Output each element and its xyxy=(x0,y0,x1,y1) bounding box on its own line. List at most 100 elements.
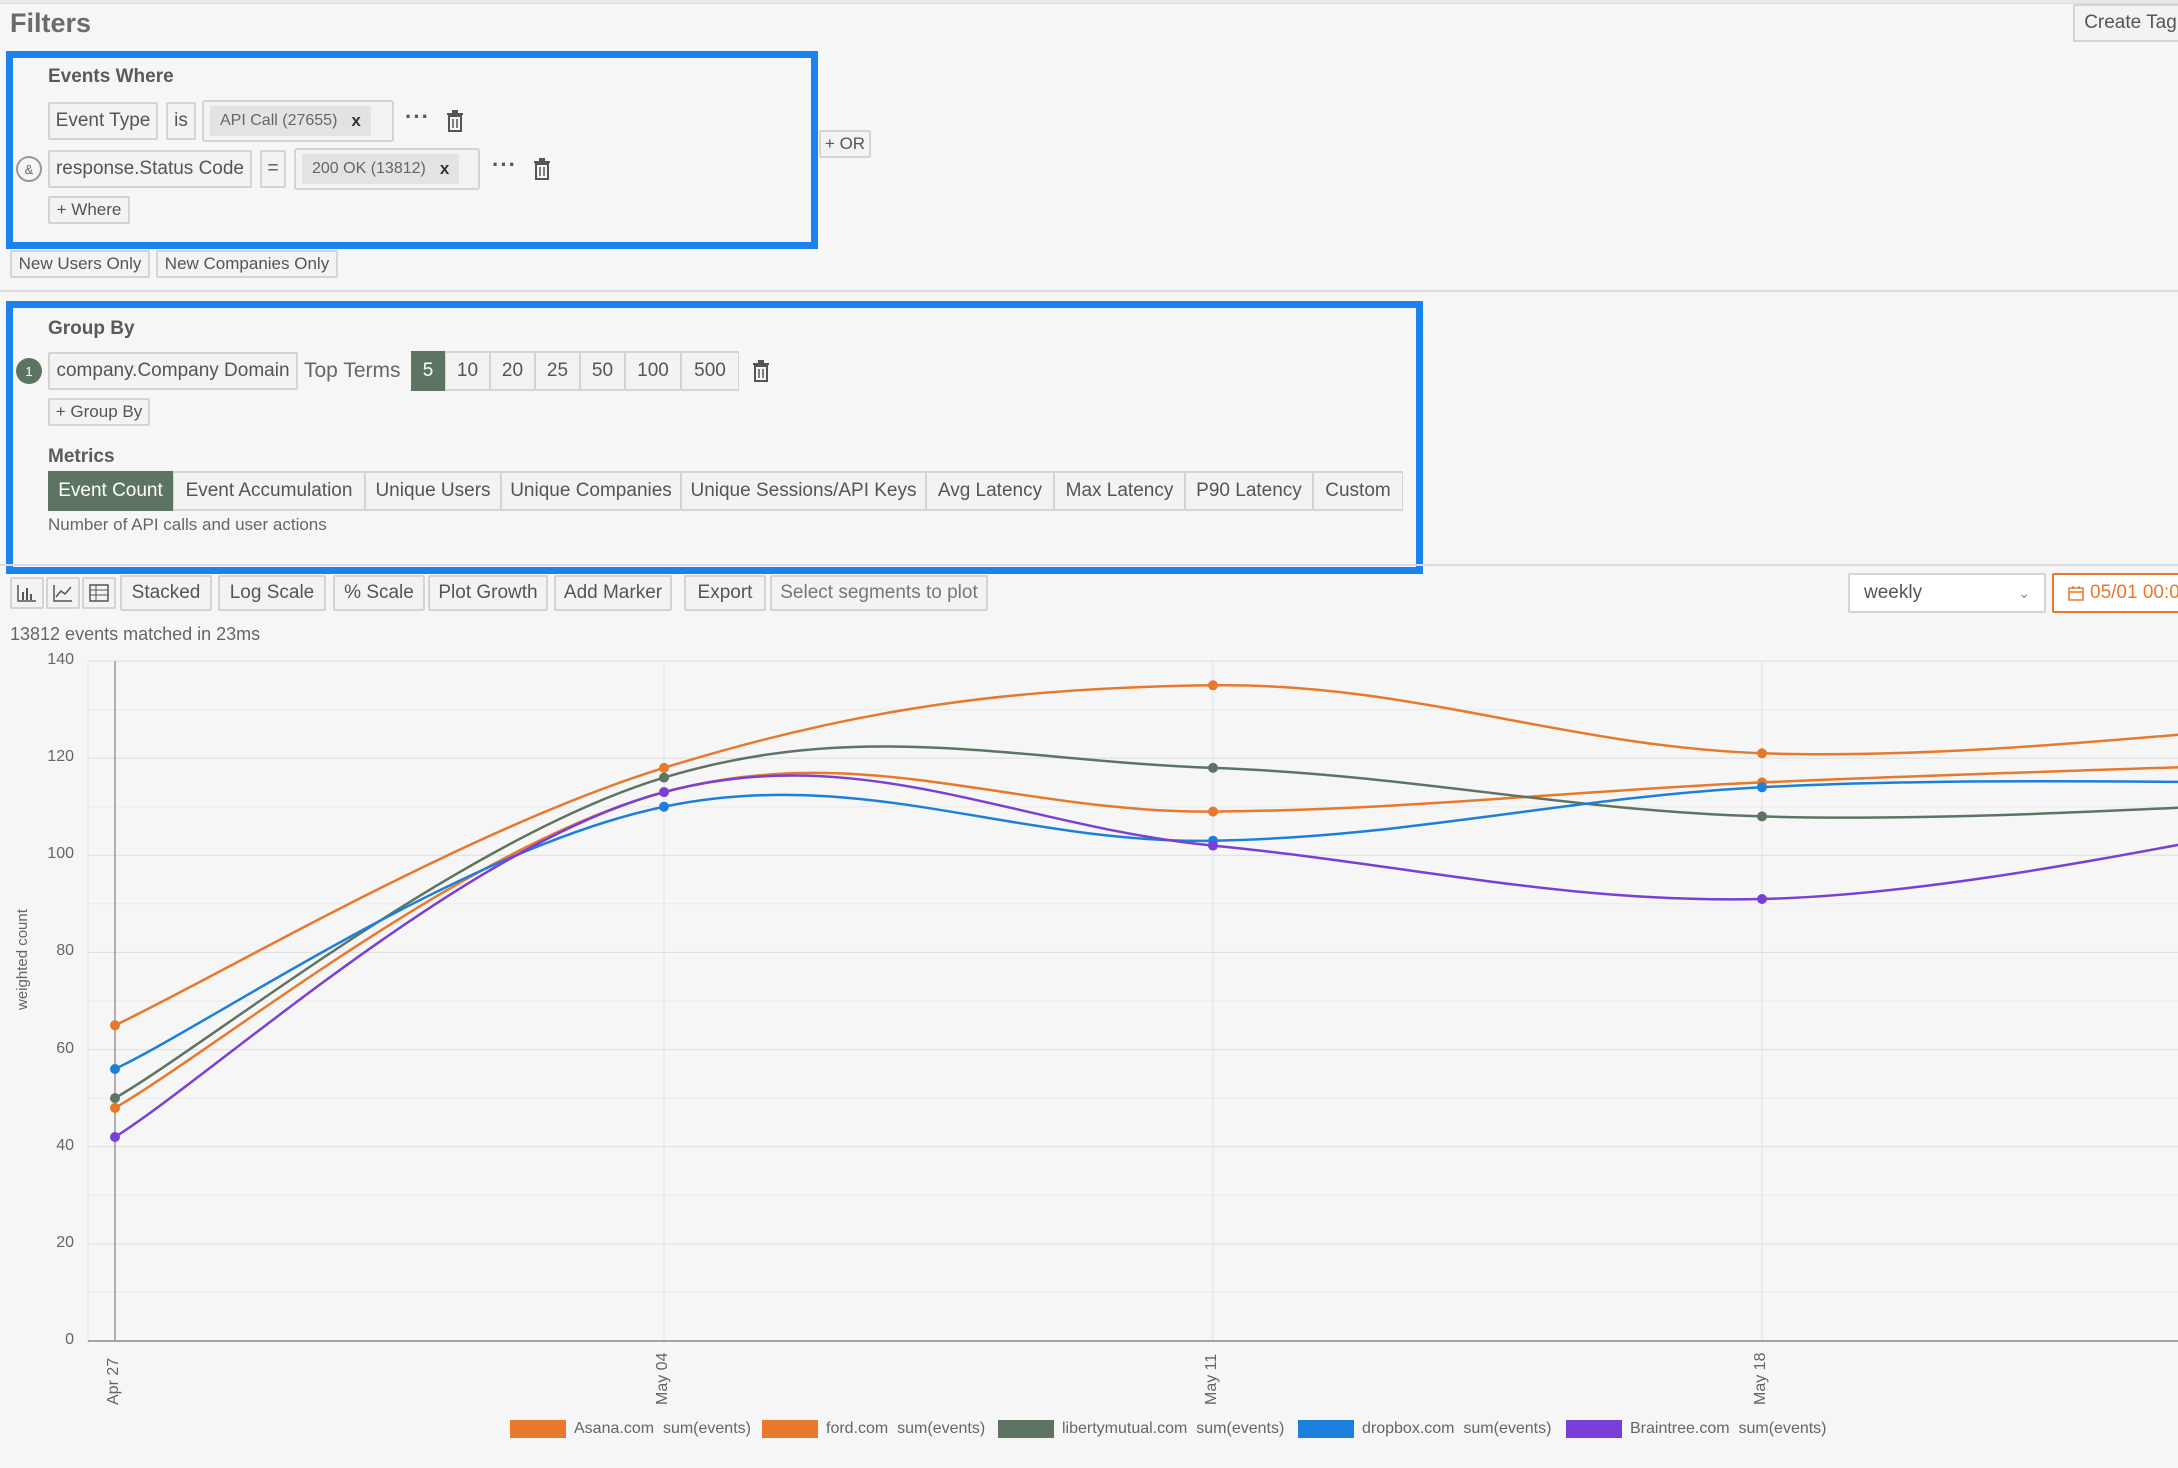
create-tag-button[interactable]: Create Tag xyxy=(2073,4,2178,42)
group-by-label: Group By xyxy=(48,318,135,339)
trash-icon[interactable] xyxy=(446,110,464,132)
status-code-field[interactable]: response.Status Code xyxy=(48,150,252,188)
new-users-only-button[interactable]: New Users Only xyxy=(10,250,150,278)
segments-input[interactable]: Select segments to plot xyxy=(770,575,988,611)
x-tick-label: Apr 27 xyxy=(105,1357,122,1405)
y-tick-label: 100 xyxy=(47,845,74,863)
metric-custom[interactable]: Custom xyxy=(1313,471,1403,511)
new-companies-only-button[interactable]: New Companies Only xyxy=(156,250,338,278)
data-point xyxy=(1757,894,1767,904)
legend-series-name: libertymutual.com xyxy=(1062,1420,1188,1437)
top-terms-option-10[interactable]: 10 xyxy=(445,351,490,391)
metric-max-latency[interactable]: Max Latency xyxy=(1054,471,1185,511)
date-range-picker[interactable]: 05/01 00:0 xyxy=(2052,573,2178,613)
group-by-field[interactable]: company.Company Domain xyxy=(48,352,298,390)
status-code-value: 200 OK (13812) xyxy=(312,160,426,177)
legend-item[interactable]: Asana.com sum(events) xyxy=(510,1420,751,1438)
series-line xyxy=(114,745,2178,1100)
legend-series-suffix: sum(events) xyxy=(897,1420,986,1437)
metric-unique-sessions[interactable]: Unique Sessions/API Keys xyxy=(681,471,926,511)
event-type-value: API Call (27655) xyxy=(220,112,338,129)
table-view-icon[interactable] xyxy=(82,577,116,609)
data-point xyxy=(1208,680,1218,691)
y-tick-label: 80 xyxy=(56,942,74,960)
metrics-selector[interactable]: Event Count Event Accumulation Unique Us… xyxy=(48,471,1403,511)
trash-icon[interactable] xyxy=(533,158,551,180)
legend-item[interactable]: dropbox.com sum(events) xyxy=(1298,1420,1551,1438)
data-point xyxy=(110,1093,120,1104)
series-line xyxy=(114,774,2178,1139)
legend-series-name: Asana.com xyxy=(574,1420,655,1437)
metrics-label: Metrics xyxy=(48,446,115,467)
add-group-by-button[interactable]: + Group By xyxy=(48,398,150,426)
top-terms-option-100[interactable]: 100 xyxy=(625,351,681,391)
data-point xyxy=(110,1132,120,1142)
top-terms-option-20[interactable]: 20 xyxy=(490,351,535,391)
metric-p90-latency[interactable]: P90 Latency xyxy=(1185,471,1313,511)
data-point xyxy=(1757,782,1767,793)
legend-series-suffix: sum(events) xyxy=(1738,1420,1827,1437)
percent-scale-button[interactable]: % Scale xyxy=(333,575,425,611)
top-border xyxy=(0,0,2178,4)
top-terms-option-500[interactable]: 500 xyxy=(681,351,739,391)
y-tick-label: 140 xyxy=(47,651,74,668)
legend-item[interactable]: libertymutual.com sum(events) xyxy=(998,1420,1284,1438)
data-point xyxy=(659,762,669,773)
data-point xyxy=(1757,811,1767,822)
data-point xyxy=(659,772,669,783)
line-chart-icon[interactable] xyxy=(46,577,80,609)
x-tick-label: May 11 xyxy=(1203,1353,1220,1405)
chevron-down-icon: ⌄ xyxy=(2018,584,2030,601)
data-point xyxy=(1208,806,1218,817)
stacked-button[interactable]: Stacked xyxy=(120,575,212,611)
plot-growth-button[interactable]: Plot Growth xyxy=(428,575,548,611)
legend-swatch xyxy=(510,1420,566,1438)
log-scale-button[interactable]: Log Scale xyxy=(218,575,326,611)
data-point xyxy=(1208,840,1218,851)
status-code-operator[interactable]: = xyxy=(260,150,286,188)
top-terms-selector[interactable]: 5 10 20 25 50 100 500 xyxy=(411,351,739,391)
remove-value-icon[interactable]: x xyxy=(440,159,449,179)
status-code-value-select[interactable]: 200 OK (13812) x xyxy=(294,148,480,190)
event-type-value-select[interactable]: API Call (27655) x xyxy=(202,100,394,142)
legend-item[interactable]: ford.com sum(events) xyxy=(762,1420,985,1438)
top-terms-option-5[interactable]: 5 xyxy=(411,351,445,391)
data-point xyxy=(1757,748,1767,759)
event-type-field[interactable]: Event Type xyxy=(48,102,158,140)
legend-item[interactable]: Braintree.com sum(events) xyxy=(1566,1420,1827,1438)
and-conjunction-icon: & xyxy=(16,156,42,182)
interval-select[interactable]: weekly ⌄ xyxy=(1848,573,2046,613)
metric-unique-companies[interactable]: Unique Companies xyxy=(501,471,681,511)
data-point xyxy=(110,1064,120,1074)
legend-swatch xyxy=(1566,1420,1622,1438)
more-options-icon[interactable]: ··· xyxy=(492,152,517,178)
data-point xyxy=(659,801,669,812)
metric-unique-users[interactable]: Unique Users xyxy=(365,471,501,511)
bar-chart-icon[interactable] xyxy=(10,577,44,609)
section-divider xyxy=(0,290,2178,292)
top-terms-option-50[interactable]: 50 xyxy=(580,351,625,391)
legend-series-name: Braintree.com xyxy=(1630,1420,1730,1437)
legend-series-suffix: sum(events) xyxy=(1196,1420,1285,1437)
x-tick-label: May 18 xyxy=(1752,1352,1769,1405)
trash-icon[interactable] xyxy=(752,360,770,382)
event-type-operator[interactable]: is xyxy=(166,102,196,140)
remove-value-icon[interactable]: x xyxy=(351,111,360,131)
legend-series-name: dropbox.com xyxy=(1362,1420,1455,1437)
metric-event-accumulation[interactable]: Event Accumulation xyxy=(173,471,365,511)
legend-swatch xyxy=(1298,1420,1354,1438)
top-terms-option-25[interactable]: 25 xyxy=(535,351,580,391)
events-where-label: Events Where xyxy=(48,66,174,87)
legend-swatch xyxy=(762,1420,818,1438)
more-options-icon[interactable]: ··· xyxy=(405,104,430,130)
data-point xyxy=(659,787,669,798)
metric-event-count[interactable]: Event Count xyxy=(48,471,173,511)
add-marker-button[interactable]: Add Marker xyxy=(554,575,672,611)
add-where-button[interactable]: + Where xyxy=(48,196,130,224)
add-or-button[interactable]: + OR xyxy=(819,130,871,158)
section-divider xyxy=(0,564,2178,566)
export-button[interactable]: Export xyxy=(684,575,766,611)
date-range-value: 05/01 00:0 xyxy=(2090,582,2178,603)
metric-avg-latency[interactable]: Avg Latency xyxy=(926,471,1054,511)
series-line xyxy=(114,779,2178,1071)
